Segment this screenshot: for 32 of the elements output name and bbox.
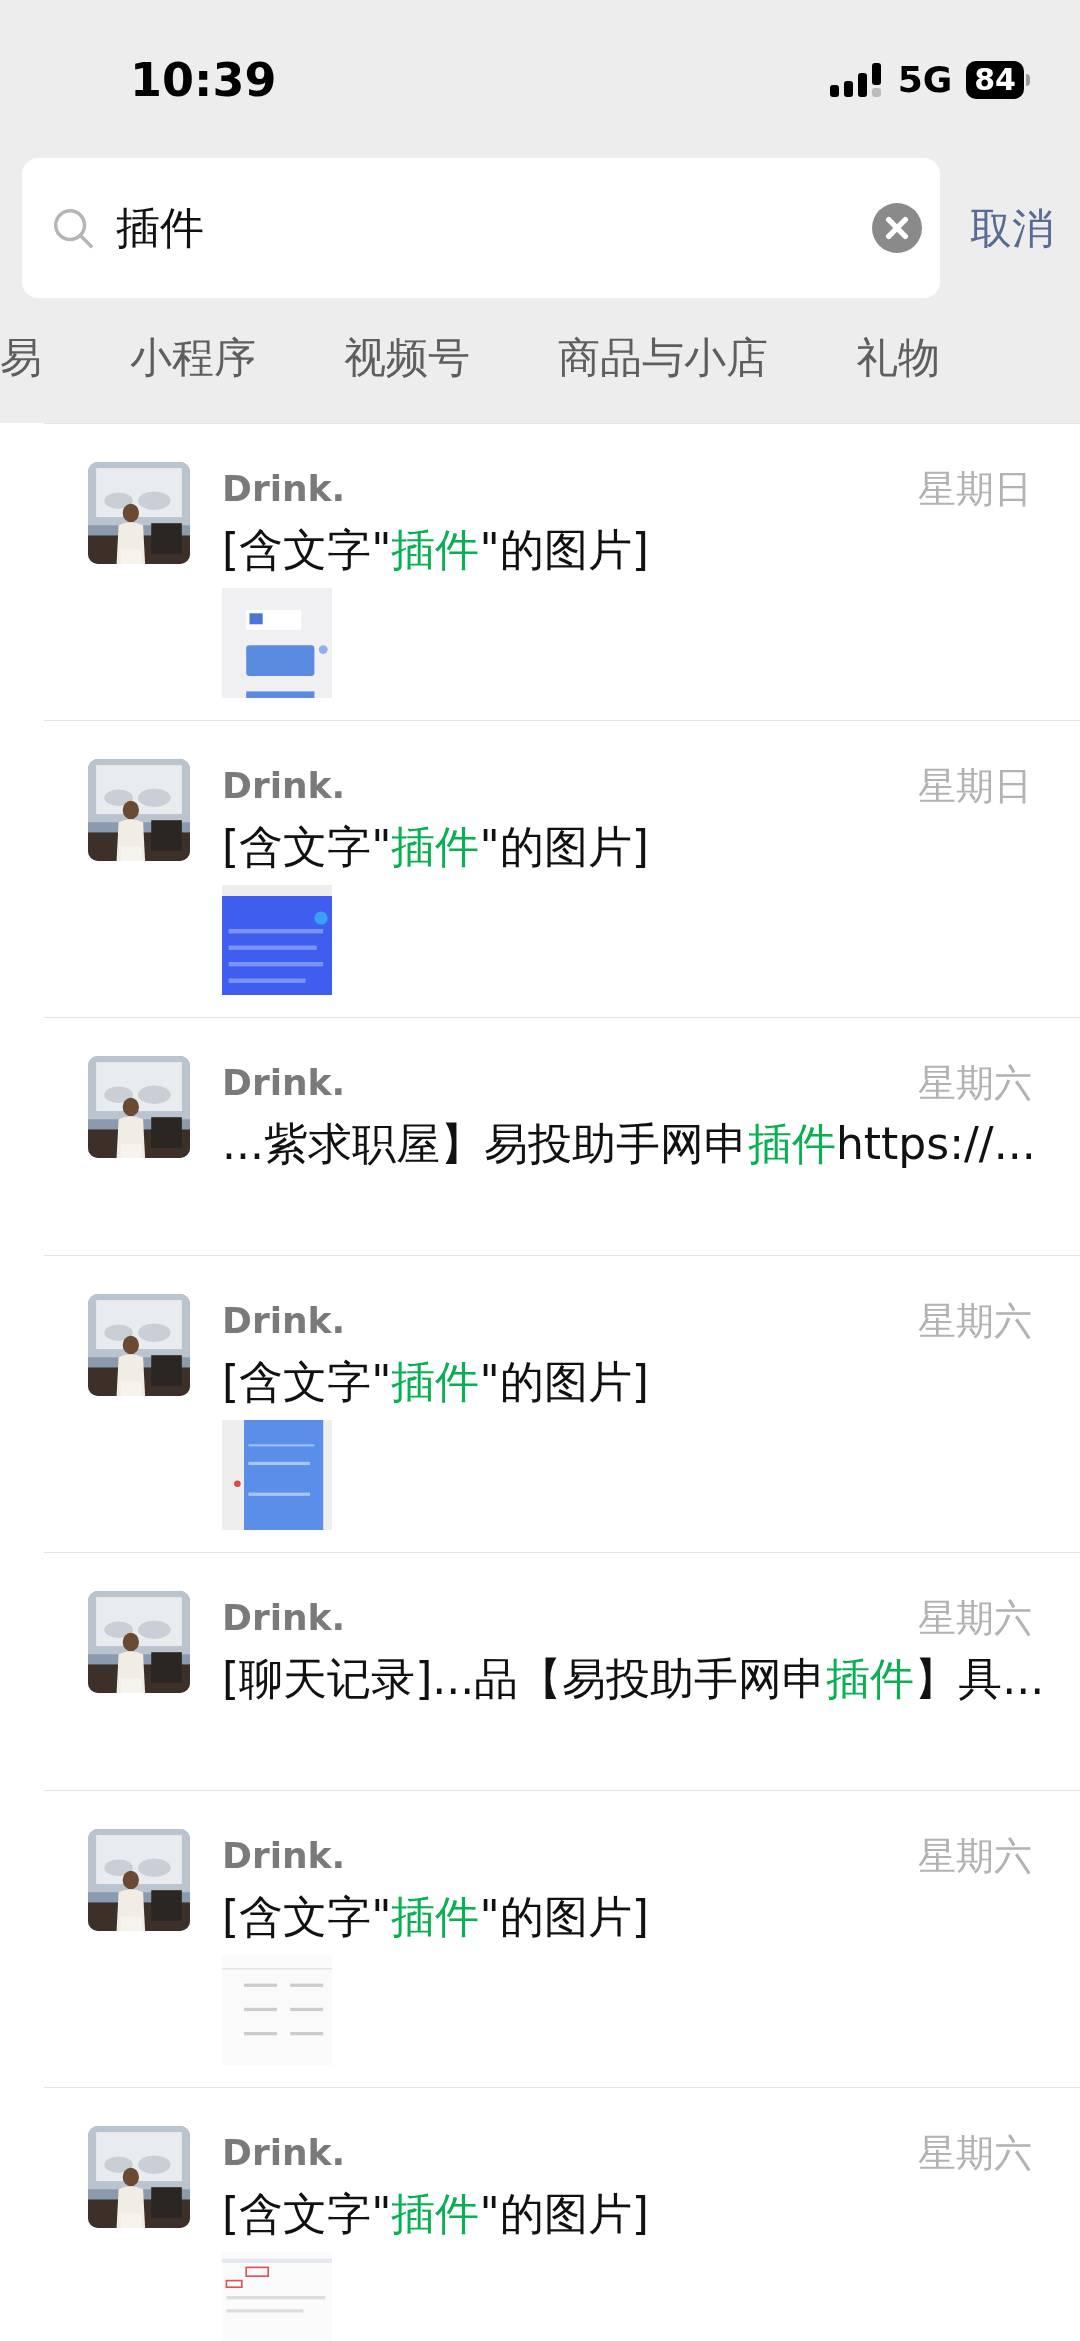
contact-name: Drink. [222, 2131, 346, 2175]
contact-name: Drink. [222, 1299, 346, 1343]
message-text: ...紫求职屋】易投助手网申插件https://... [222, 1118, 1036, 1169]
search-field[interactable]: 插件 [22, 158, 940, 298]
category-tab[interactable]: 小程序 [130, 326, 256, 389]
clear-icon[interactable] [872, 203, 922, 253]
message-date: 星期日 [918, 762, 1032, 810]
status-time: 10:39 [130, 51, 277, 109]
category-tab[interactable]: 易 [0, 326, 42, 389]
message-text: [含文字"插件"的图片] [222, 2188, 649, 2239]
contact-name: Drink. [222, 1834, 346, 1878]
network-label: 5G [897, 58, 953, 102]
category-tab[interactable]: 礼物 [856, 326, 940, 389]
message-date: 星期日 [918, 465, 1032, 513]
message-text: [聊天记录]...品【易投助手网申插件】具... [222, 1653, 1045, 1704]
cancel-button[interactable]: 取消 [970, 196, 1054, 260]
message-date: 星期六 [918, 1594, 1032, 1642]
message-text: [含文字"插件"的图片] [222, 821, 649, 872]
signal-icon [829, 61, 884, 99]
message-text: [含文字"插件"的图片] [222, 1891, 649, 1942]
message-text: [含文字"插件"的图片] [222, 524, 649, 575]
category-tab[interactable]: 视频号 [344, 326, 470, 389]
message-date: 星期六 [918, 1297, 1032, 1345]
message-date: 星期六 [918, 2129, 1032, 2177]
contact-name: Drink. [222, 1596, 346, 1640]
message-date: 星期六 [918, 1059, 1032, 1107]
message-text: [含文字"插件"的图片] [222, 1356, 649, 1407]
category-tab[interactable]: 商品与小店 [558, 326, 768, 389]
message-date: 星期六 [918, 1832, 1032, 1880]
contact-name: Drink. [222, 764, 346, 808]
contact-name: Drink. [222, 467, 346, 511]
contact-name: Drink. [222, 1061, 346, 1105]
